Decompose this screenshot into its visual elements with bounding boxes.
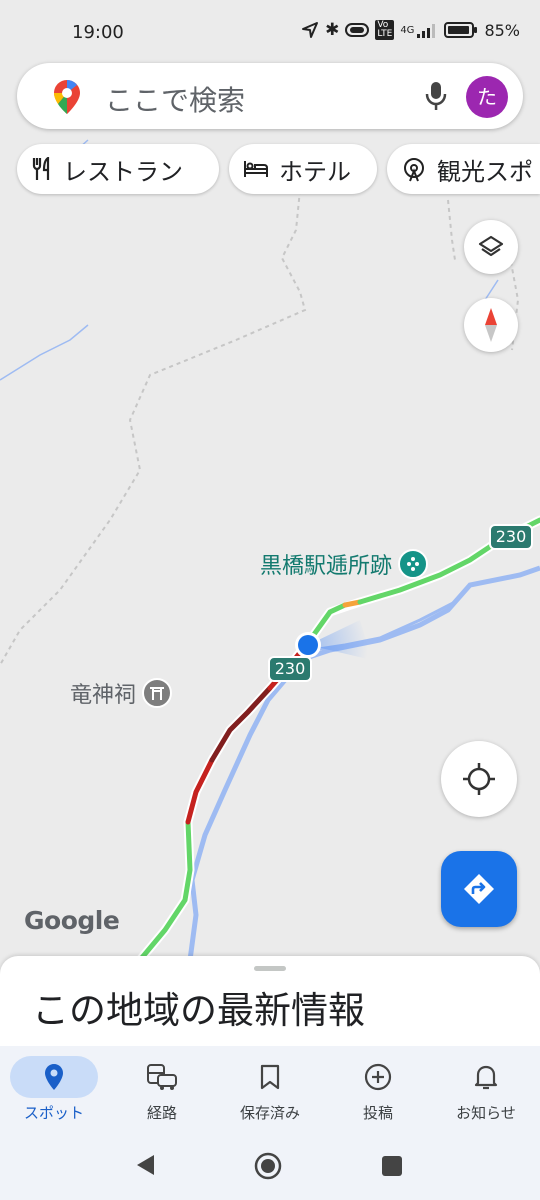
chip-label: ホテル bbox=[279, 157, 351, 186]
nav-saved[interactable]: 保存済み bbox=[216, 1046, 324, 1136]
nav-label: 保存済み bbox=[239, 1104, 300, 1122]
bell-icon bbox=[474, 1065, 498, 1090]
nav-icon-container bbox=[226, 1056, 314, 1098]
poi-ryujinhokora[interactable]: 竜神祠 bbox=[70, 677, 173, 709]
network-type: 4G bbox=[400, 24, 415, 36]
bottom-sheet[interactable]: この地域の最新情報 bbox=[0, 956, 540, 1056]
nav-directions[interactable]: 経路 bbox=[108, 1046, 216, 1136]
current-location-dot bbox=[295, 632, 321, 658]
recents-icon[interactable] bbox=[381, 1155, 403, 1177]
maps-logo-icon bbox=[54, 80, 80, 114]
nav-updates[interactable]: お知らせ bbox=[432, 1046, 540, 1136]
chip-label: レストラン bbox=[63, 157, 183, 186]
directions-button[interactable] bbox=[441, 851, 517, 927]
hotel-icon bbox=[244, 161, 268, 177]
sheet-title: この地域の最新情報 bbox=[32, 989, 365, 1032]
microphone-icon[interactable] bbox=[425, 81, 447, 111]
system-navigation-bar bbox=[0, 1136, 540, 1200]
pin-icon bbox=[45, 1064, 63, 1090]
poi-kurohashi[interactable]: 黒橋駅逓所跡 bbox=[260, 548, 429, 580]
battery-percent: 85% bbox=[484, 20, 520, 40]
sheet-drag-handle[interactable] bbox=[254, 966, 286, 971]
account-avatar[interactable]: た bbox=[466, 76, 508, 118]
back-icon[interactable] bbox=[134, 1153, 156, 1177]
nav-label: スポット bbox=[23, 1104, 84, 1122]
home-icon[interactable] bbox=[254, 1152, 282, 1180]
bluetooth-icon: ✱ bbox=[325, 20, 340, 40]
bookmark-icon bbox=[260, 1064, 280, 1090]
nav-icon-container bbox=[118, 1056, 206, 1098]
status-bar: 19:00 ✱ Vo LTE 4G 85% bbox=[0, 0, 540, 64]
nav-label: お知らせ bbox=[456, 1104, 516, 1122]
poi-label: 竜神祠 bbox=[70, 683, 137, 708]
compass-icon bbox=[485, 308, 497, 342]
layers-button[interactable] bbox=[464, 220, 518, 274]
my-location-button[interactable] bbox=[441, 741, 517, 817]
bottom-navigation: スポット 経路 保存済み 投稿 お知らせ bbox=[0, 1046, 540, 1136]
signal-icon bbox=[417, 24, 436, 38]
nav-explore[interactable]: スポット bbox=[0, 1046, 108, 1136]
battery-icon bbox=[444, 22, 478, 38]
nfc-icon bbox=[345, 23, 370, 37]
compass-button[interactable] bbox=[464, 298, 518, 352]
directions-icon bbox=[464, 874, 494, 904]
shrine-icon bbox=[142, 678, 173, 708]
nav-contribute[interactable]: 投稿 bbox=[324, 1046, 432, 1136]
poi-label: 黒橋駅逓所跡 bbox=[260, 554, 393, 579]
attraction-icon bbox=[404, 158, 424, 182]
restaurant-icon bbox=[32, 157, 50, 180]
google-attribution: Google bbox=[24, 906, 120, 935]
chip-restaurant[interactable]: レストラン bbox=[17, 144, 219, 194]
landmark-icon bbox=[398, 549, 429, 579]
route-shield: 230 bbox=[268, 656, 312, 682]
nav-icon-container bbox=[10, 1056, 98, 1098]
volte-icon: Vo LTE bbox=[375, 20, 395, 40]
layers-icon bbox=[478, 235, 504, 257]
search-bar[interactable]: ここで検索 た bbox=[17, 63, 523, 129]
status-time: 19:00 bbox=[72, 22, 124, 43]
car-bus-icon bbox=[147, 1064, 177, 1090]
nav-icon-container bbox=[334, 1056, 422, 1098]
nav-icon-container bbox=[442, 1056, 530, 1098]
chip-label: 観光スポ bbox=[437, 157, 533, 186]
location-arrow-icon bbox=[302, 22, 319, 38]
crosshair-icon bbox=[463, 763, 495, 795]
chip-hotel[interactable]: ホテル bbox=[229, 144, 377, 194]
search-input[interactable]: ここで検索 bbox=[105, 79, 245, 119]
route-shield: 230 bbox=[489, 524, 533, 550]
chip-attractions[interactable]: 観光スポ bbox=[387, 144, 540, 194]
nav-label: 投稿 bbox=[362, 1104, 393, 1122]
add-circle-icon bbox=[364, 1063, 392, 1091]
nav-label: 経路 bbox=[146, 1104, 177, 1122]
